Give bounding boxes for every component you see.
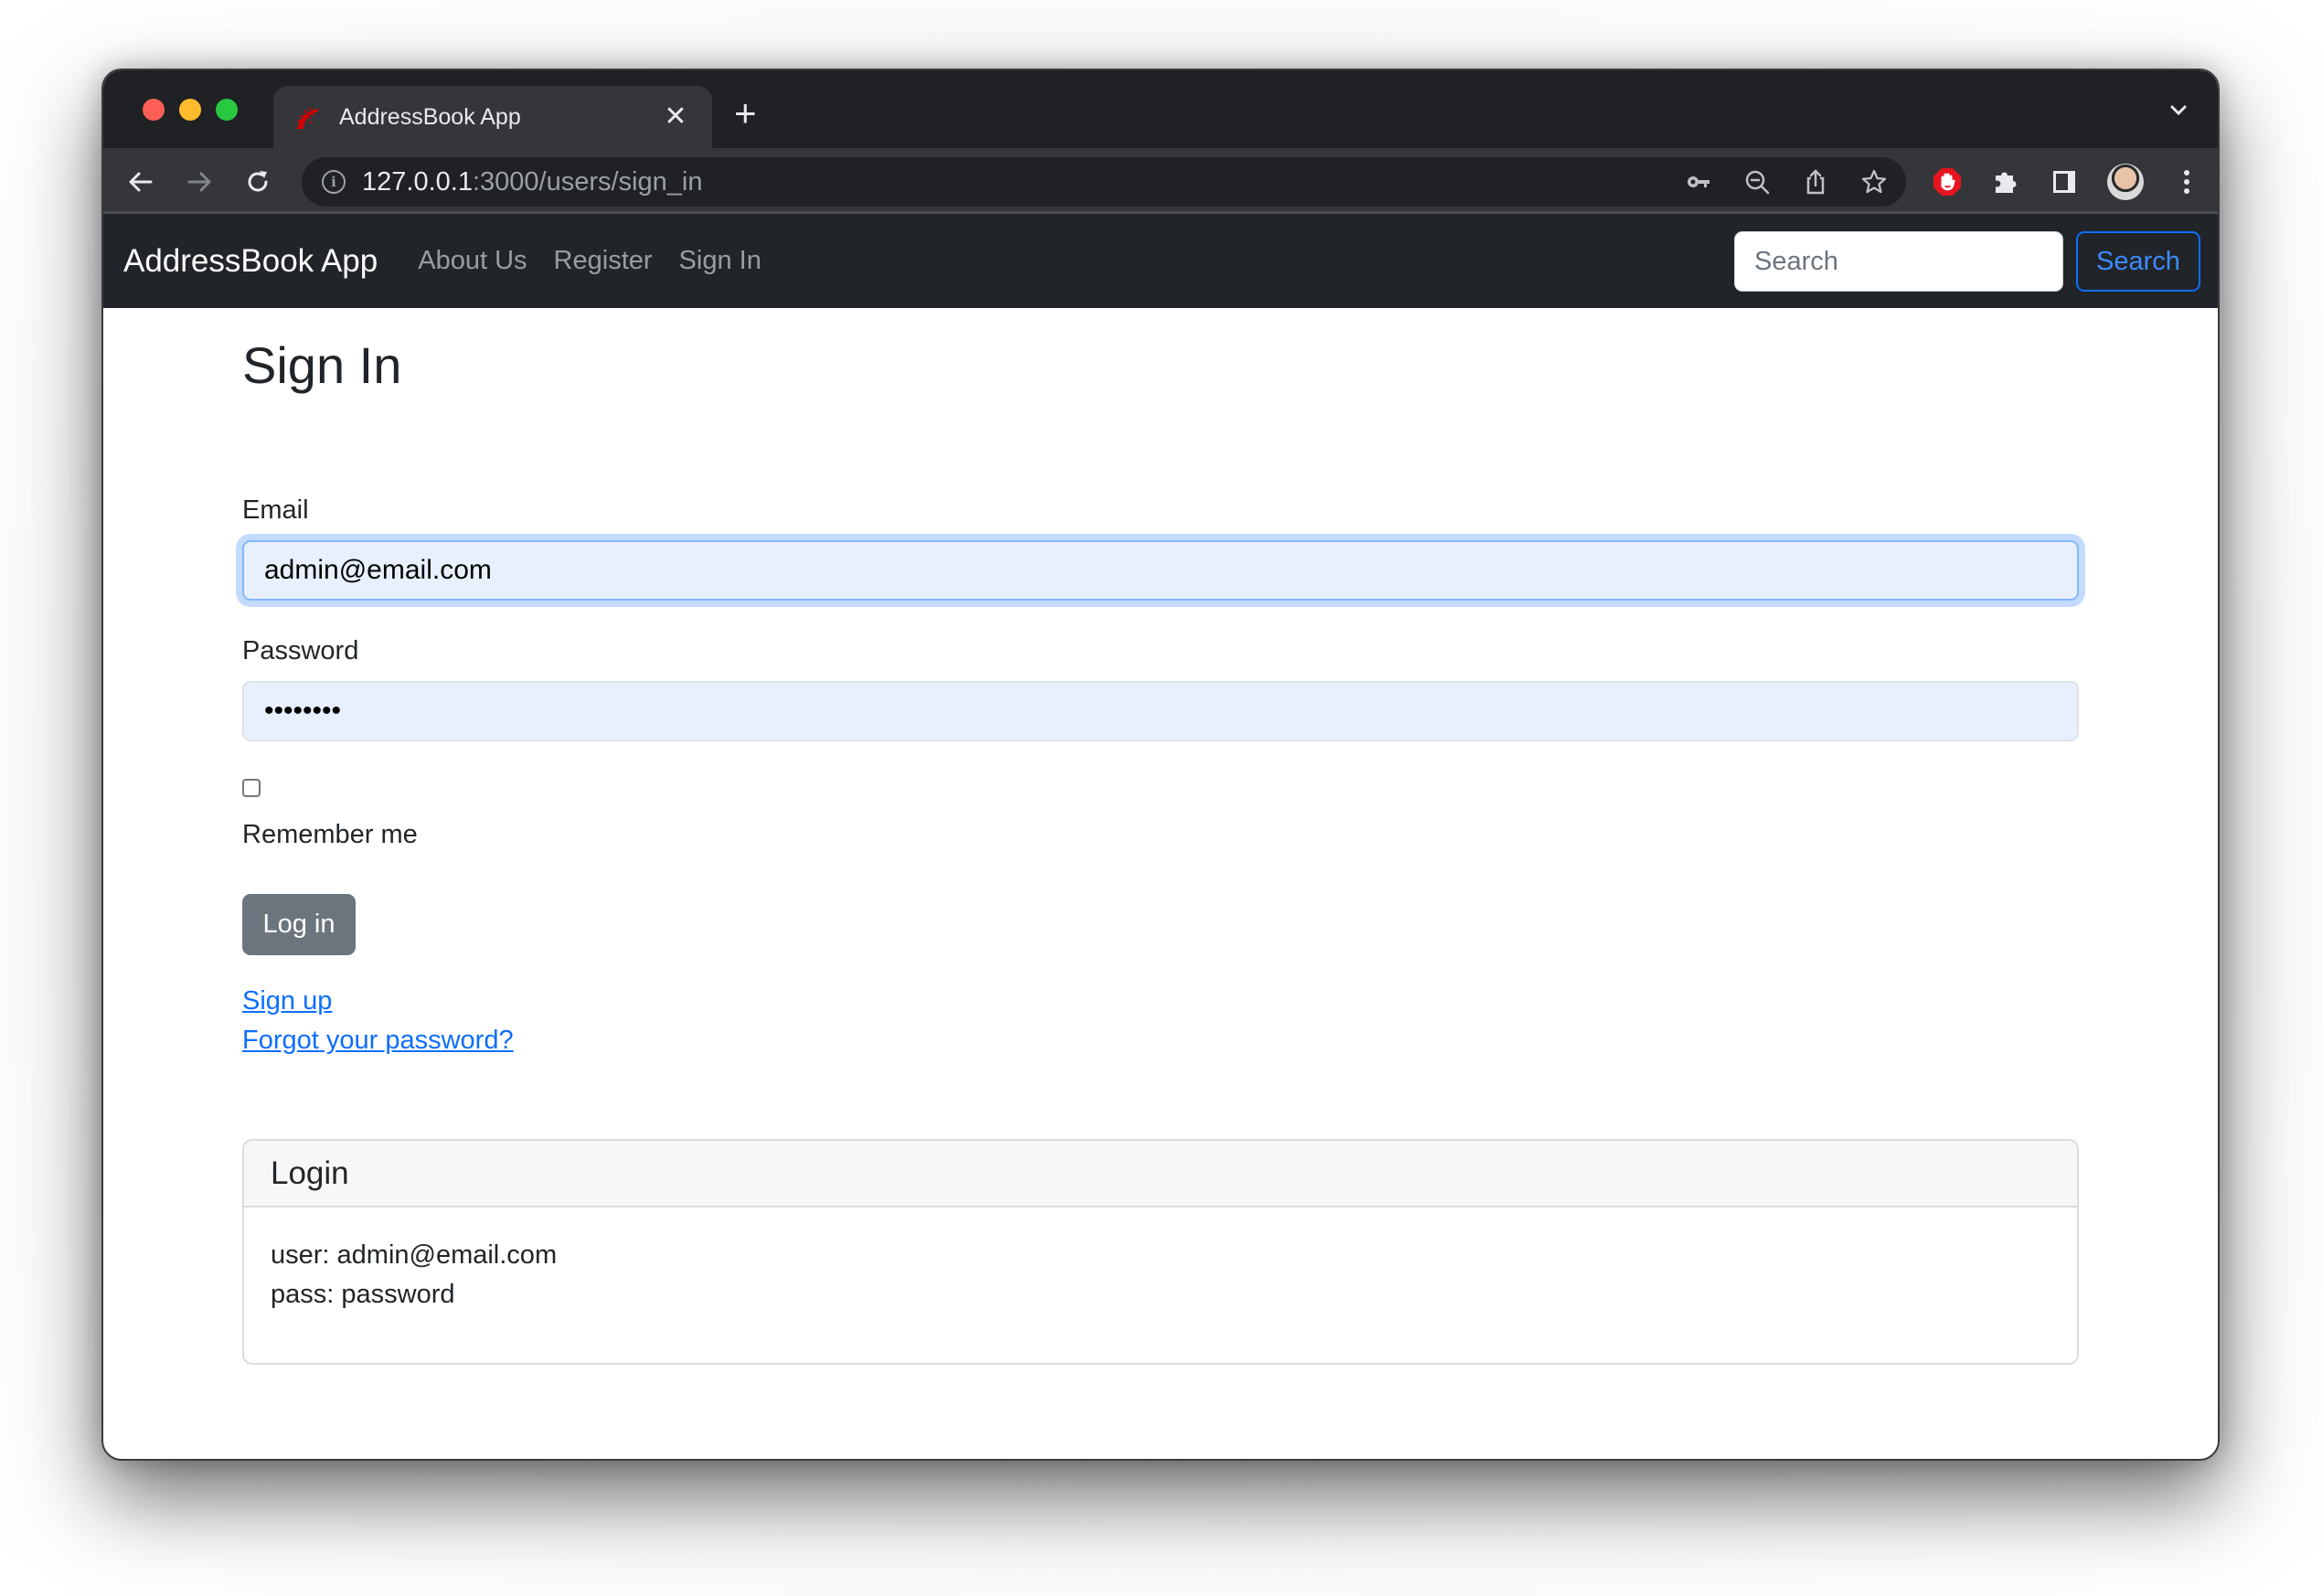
navbar-search-input[interactable] xyxy=(1734,231,2063,292)
rails-logo-icon xyxy=(293,102,323,132)
tab-search-chevron-icon[interactable] xyxy=(2167,98,2190,122)
zoom-out-icon[interactable] xyxy=(1742,166,1773,197)
maximize-window-button[interactable] xyxy=(216,99,238,121)
card-pass-line: pass: password xyxy=(271,1280,455,1309)
password-field[interactable] xyxy=(242,681,2079,741)
page-title: Sign In xyxy=(242,336,402,394)
side-panel-icon[interactable] xyxy=(2049,166,2080,197)
reload-button[interactable] xyxy=(242,166,273,197)
email-field[interactable] xyxy=(242,540,2079,601)
back-arrow-icon xyxy=(129,172,153,192)
remember-me-checkbox[interactable] xyxy=(242,779,261,797)
site-info-icon[interactable]: i xyxy=(322,170,346,194)
key-icon[interactable] xyxy=(1683,166,1714,197)
share-icon[interactable] xyxy=(1800,166,1831,197)
minimize-window-button[interactable] xyxy=(179,99,201,121)
adblock-icon[interactable] xyxy=(1932,166,1963,197)
forward-arrow-icon xyxy=(187,172,211,192)
browser-toolbar: i 127.0.0.1:3000/users/sign_in xyxy=(103,148,2218,214)
reload-icon xyxy=(248,171,268,192)
tab-close-icon[interactable]: ✕ xyxy=(659,101,692,133)
forward-button[interactable] xyxy=(184,166,215,197)
tab-title: AddressBook App xyxy=(339,103,521,130)
navbar-brand[interactable]: AddressBook App xyxy=(123,243,378,280)
address-bar[interactable]: i 127.0.0.1:3000/users/sign_in xyxy=(302,157,1906,207)
new-tab-button[interactable]: + xyxy=(734,93,757,133)
log-in-button[interactable]: Log in xyxy=(242,894,356,955)
nav-link-sign-in[interactable]: Sign In xyxy=(679,246,762,276)
extensions-puzzle-icon[interactable] xyxy=(1990,166,2021,197)
url-host: 127.0.0.1 xyxy=(362,166,473,197)
card-body: user: admin@email.com pass: password xyxy=(244,1208,2077,1343)
card-header: Login xyxy=(244,1141,2077,1208)
url-path: :3000/users/sign_in xyxy=(472,166,703,197)
sign-up-link[interactable]: Sign up xyxy=(242,986,332,1016)
close-window-button[interactable] xyxy=(143,99,165,121)
back-button[interactable] xyxy=(125,166,156,197)
bookmark-star-icon[interactable] xyxy=(1859,166,1890,197)
password-label: Password xyxy=(242,636,359,665)
nav-link-about-us[interactable]: About Us xyxy=(418,246,527,276)
profile-avatar[interactable] xyxy=(2107,164,2144,200)
email-label: Email xyxy=(242,495,309,525)
app-navbar: AddressBook App About Us Register Sign I… xyxy=(103,214,2218,308)
remember-me-label[interactable]: Remember me xyxy=(242,820,418,850)
tab-strip: AddressBook App ✕ + xyxy=(103,70,2218,148)
navbar-search-button[interactable]: Search xyxy=(2076,231,2200,292)
card-user-line: user: admin@email.com xyxy=(271,1240,558,1270)
browser-window: AddressBook App ✕ + i 127.0.0.1:3000/use… xyxy=(101,69,2220,1461)
forgot-password-link[interactable]: Forgot your password? xyxy=(242,1026,514,1056)
nav-link-register[interactable]: Register xyxy=(554,246,653,276)
login-credentials-card: Login user: admin@email.com pass: passwo… xyxy=(242,1139,2079,1365)
tab-addressbook-app[interactable]: AddressBook App ✕ xyxy=(273,86,712,148)
menu-kebab-icon[interactable] xyxy=(2171,166,2202,197)
